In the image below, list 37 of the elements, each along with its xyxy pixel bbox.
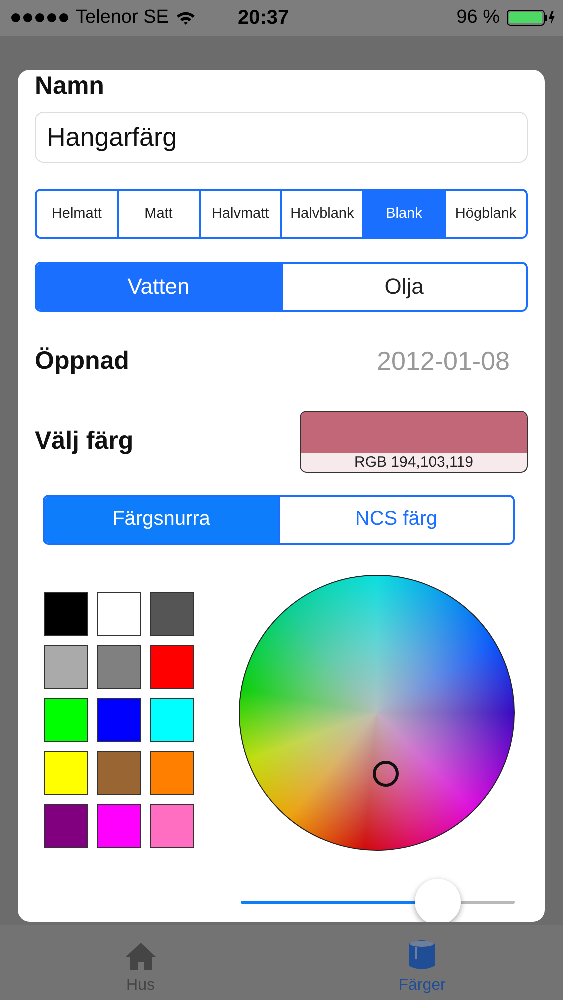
battery-charging-icon: [507, 10, 555, 26]
finish-segment[interactable]: Blank: [362, 191, 444, 238]
status-time: 20:37: [238, 6, 290, 30]
color-swatch[interactable]: [150, 698, 194, 742]
picker-mode-segment[interactable]: NCS färg: [278, 496, 513, 543]
house-icon: [124, 941, 157, 971]
wifi-icon: [176, 10, 196, 26]
color-preview[interactable]: RGB 194,103,119: [300, 410, 528, 473]
field-label: Namn: [35, 72, 106, 100]
field-label: Välj färg: [35, 427, 134, 456]
color-swatch[interactable]: [44, 750, 88, 795]
color-swatch[interactable]: [150, 644, 194, 689]
color-swatch[interactable]: [97, 592, 141, 636]
wheel-marker[interactable]: [373, 760, 399, 787]
color-swatch[interactable]: [150, 750, 194, 795]
slider-thumb[interactable]: [415, 878, 462, 922]
color-swatch[interactable]: [44, 644, 88, 689]
field-label: Öppnad: [35, 347, 130, 376]
color-swatch[interactable]: [97, 750, 141, 795]
finish-segment[interactable]: Högblank: [444, 191, 526, 238]
color-swatch[interactable]: [150, 592, 194, 636]
base-segment[interactable]: Vatten: [37, 264, 280, 310]
color-swatch[interactable]: [97, 804, 141, 848]
picker-mode-segment[interactable]: Färgsnurra: [45, 496, 278, 543]
color-swatch[interactable]: [44, 698, 88, 742]
color-swatch[interactable]: [97, 698, 141, 742]
battery-percent: 96 %: [456, 7, 500, 29]
color-swatch[interactable]: [44, 592, 88, 636]
base-segment[interactable]: Olja: [280, 264, 526, 310]
color-swatch[interactable]: [97, 644, 141, 689]
carrier-name: Telenor SE: [76, 7, 169, 29]
name-field[interactable]: Hangarfärg: [35, 112, 528, 164]
rgb-caption: RGB 194,103,119: [354, 452, 474, 472]
color-swatch[interactable]: [44, 804, 88, 848]
color-swatch[interactable]: [150, 804, 194, 848]
paint-can-icon: [408, 939, 436, 971]
signal-icon: [11, 13, 69, 23]
